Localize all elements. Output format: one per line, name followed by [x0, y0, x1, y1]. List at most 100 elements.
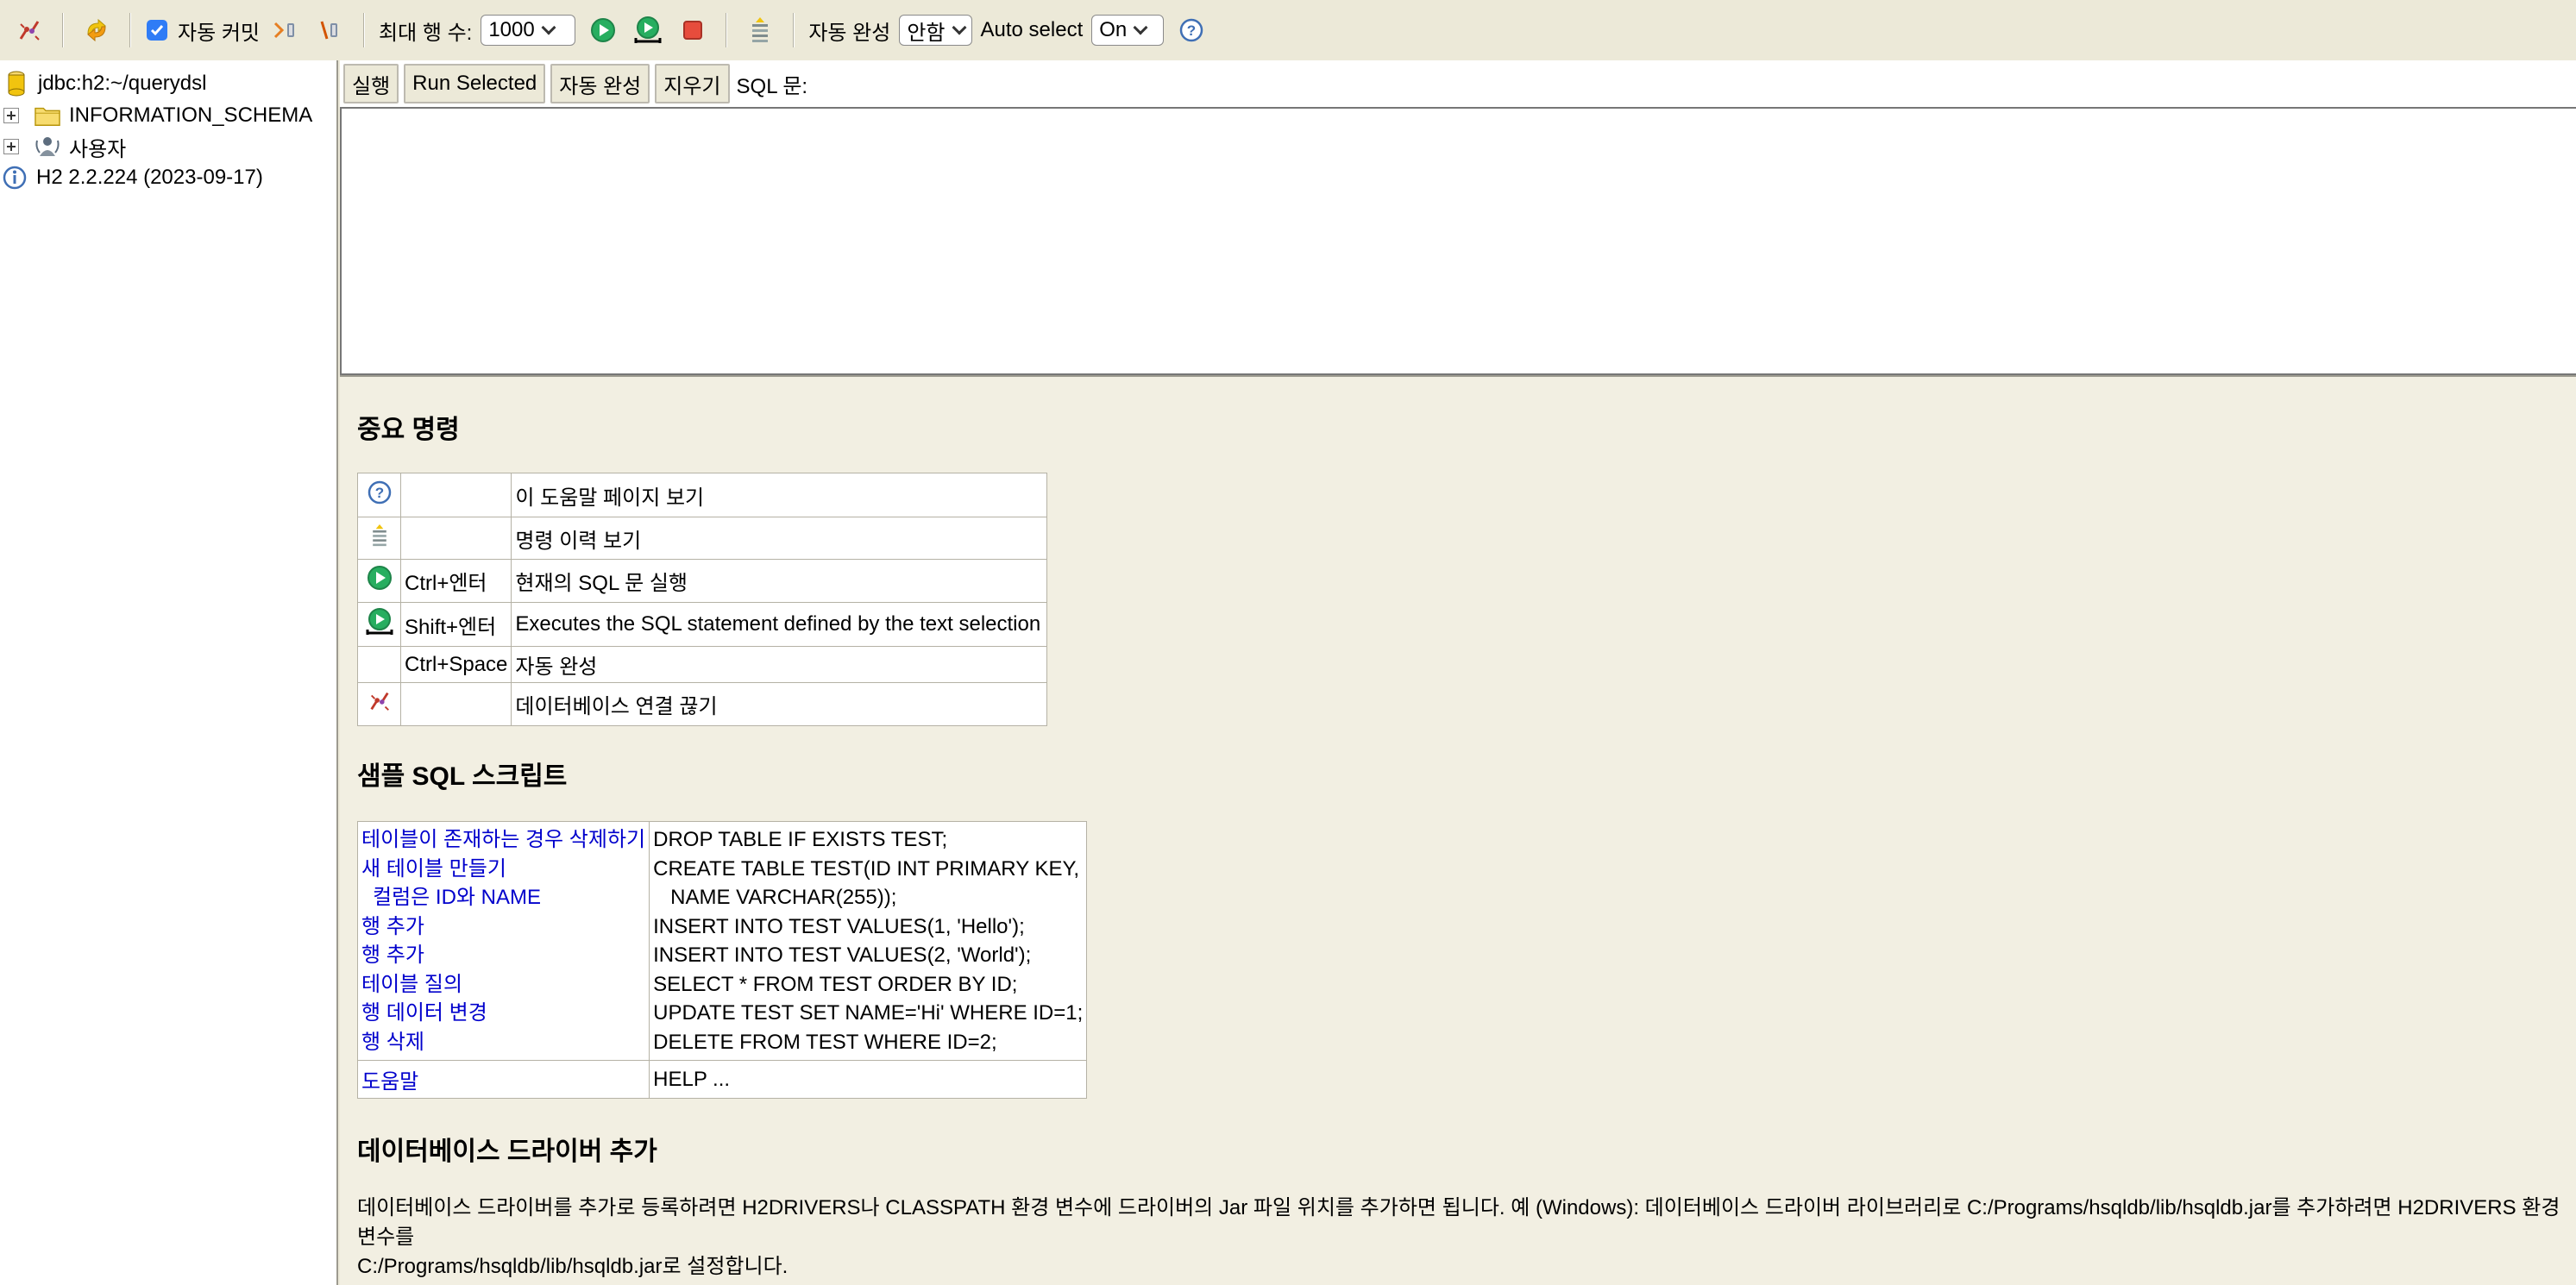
sample-link[interactable]: 컬럼은 ID와 NAME [361, 883, 645, 912]
sample-sql: DELETE FROM TEST WHERE ID=2; [653, 1030, 997, 1054]
commit-icon[interactable] [268, 13, 303, 47]
command-desc: 자동 완성 [511, 646, 1047, 683]
chevron-down-icon [1133, 20, 1148, 35]
history-icon[interactable] [743, 13, 777, 47]
sample-link[interactable]: 테이블 질의 [361, 970, 645, 1000]
users-icon [35, 134, 60, 160]
run-selected-icon [366, 607, 393, 635]
command-key: Ctrl+Space [399, 646, 512, 683]
rollback-icon[interactable] [313, 13, 348, 47]
folder-icon [35, 103, 60, 128]
table-row: ? 이 도움말 페이지 보기 [357, 473, 1047, 517]
toolbar-separator [363, 13, 365, 47]
autocomplete-select[interactable]: 안함 [899, 15, 972, 46]
important-commands-table: ? 이 도움말 페이지 보기 명령 이력 보기 Ctrl+엔터 현재의 SQL … [357, 473, 1047, 726]
command-desc: Executes the SQL statement defined by th… [511, 602, 1047, 647]
sample-link[interactable]: 새 테이블 만들기 [361, 855, 645, 884]
sample-link[interactable]: 행 추가 [361, 912, 645, 942]
run-button[interactable]: 실행 [343, 64, 399, 103]
table-row: 명령 이력 보기 [357, 517, 1047, 560]
tree-item-label: jdbc:h2:~/querydsl [38, 72, 207, 95]
sql-statement-label: SQL 문: [736, 74, 808, 98]
command-desc: 데이터베이스 연결 끊기 [511, 682, 1047, 726]
object-tree: jdbc:h2:~/querydsl INFORMATION_SCHEMA 사용… [0, 60, 338, 1285]
sample-sql: SELECT * FROM TEST ORDER BY ID; [653, 972, 1018, 996]
autoselect-label: Auto select [980, 18, 1084, 41]
run-selected-button[interactable]: Run Selected [404, 64, 546, 103]
main-toolbar: 자동 커밋 최대 행 수: 1000 자동 완성 안함 Auto select … [0, 0, 2576, 60]
sample-link[interactable]: 행 삭제 [361, 1028, 645, 1057]
info-icon [2, 165, 28, 191]
toolbar-separator [129, 13, 131, 47]
sample-sql: DROP TABLE IF EXISTS TEST; [653, 828, 948, 851]
command-key [399, 682, 512, 726]
sample-link[interactable]: 테이블이 존재하는 경우 삭제하기 [361, 825, 645, 855]
expand-icon[interactable] [3, 108, 19, 123]
run-icon[interactable] [586, 13, 620, 47]
sample-sql: UPDATE TEST SET NAME='Hi' WHERE ID=1; [653, 1001, 1084, 1025]
table-row: Ctrl+Space 자동 완성 [357, 646, 1047, 683]
disconnect-icon [369, 692, 389, 711]
important-commands-title: 중요 명령 [357, 416, 460, 444]
tree-item-version: H2 2.2.224 (2023-09-17) [0, 163, 263, 192]
refresh-icon[interactable] [79, 13, 114, 47]
autocommit-checkbox[interactable] [147, 20, 167, 41]
command-desc: 이 도움말 페이지 보기 [511, 473, 1047, 517]
autocomplete-button[interactable]: 자동 완성 [550, 64, 650, 103]
command-icon-cell: ? [357, 473, 401, 517]
max-rows-label: 최대 행 수: [379, 21, 473, 45]
sql-editor[interactable] [340, 107, 2576, 375]
sample-link[interactable]: 도움말 [356, 1060, 650, 1099]
chevron-down-icon [541, 20, 556, 35]
sample-sql-cell: DROP TABLE IF EXISTS TEST; CREATE TABLE … [649, 821, 1088, 1061]
sample-sql: HELP ... [649, 1060, 1088, 1099]
expand-icon[interactable] [3, 139, 19, 154]
table-row: 테이블이 존재하는 경우 삭제하기 새 테이블 만들기 컬럼은 ID와 NAME… [356, 821, 1088, 1061]
database-icon [3, 71, 29, 97]
help-icon: ? [368, 480, 391, 504]
sample-link[interactable]: 행 데이터 변경 [361, 999, 645, 1028]
help-icon[interactable]: ? [1174, 13, 1209, 47]
autocomplete-label: 자동 완성 [808, 21, 891, 45]
help-panel: 중요 명령 ? 이 도움말 페이지 보기 명령 이력 보기 Ctrl+엔터 현재… [340, 375, 2576, 1285]
sample-sql: INSERT INTO TEST VALUES(1, 'Hello'); [653, 914, 1025, 938]
sample-labels-cell: 테이블이 존재하는 경우 삭제하기 새 테이블 만들기 컬럼은 ID와 NAME… [356, 821, 650, 1061]
tree-item-users[interactable]: 사용자 [0, 132, 126, 161]
sample-sql: NAME VARCHAR(255)); [653, 886, 897, 909]
autocomplete-value: 안함 [907, 21, 946, 45]
chevron-down-icon [952, 20, 966, 35]
tree-item-schema[interactable]: INFORMATION_SCHEMA [0, 101, 312, 130]
tree-item-label: 사용자 [69, 137, 127, 161]
toolbar-separator [793, 13, 795, 47]
table-row: Ctrl+엔터 현재의 SQL 문 실행 [357, 559, 1047, 603]
sample-sql-table: 테이블이 존재하는 경우 삭제하기 새 테이블 만들기 컬럼은 ID와 NAME… [356, 821, 1088, 1099]
toolbar-separator [62, 13, 64, 47]
clear-button[interactable]: 지우기 [655, 64, 730, 103]
max-rows-select[interactable]: 1000 [481, 15, 576, 46]
tree-item-label: H2 2.2.224 (2023-09-17) [36, 166, 263, 189]
command-key [399, 517, 512, 560]
run-icon [367, 566, 392, 590]
autoselect-select[interactable]: On [1091, 15, 1165, 46]
command-icon-cell [357, 517, 401, 560]
autoselect-value: On [1099, 18, 1128, 41]
svg-text:?: ? [1187, 22, 1196, 39]
tree-item-connection[interactable]: jdbc:h2:~/querydsl [0, 69, 206, 98]
history-icon [372, 523, 386, 546]
toolbar-separator [726, 13, 728, 47]
add-driver-text: 데이터베이스 드라이버를 추가로 등록하려면 H2DRIVERS나 CLASSP… [357, 1194, 2566, 1282]
add-driver-text-line: C:/Programs/hsqldb/lib/hsqldb.jar로 설정합니다… [357, 1255, 789, 1278]
sample-sql: CREATE TABLE TEST(ID INT PRIMARY KEY, [653, 856, 1080, 881]
disconnect-icon[interactable] [12, 13, 47, 47]
max-rows-value: 1000 [488, 18, 535, 41]
stop-icon[interactable] [675, 13, 710, 47]
command-icon-cell [357, 602, 401, 647]
autocommit-label: 자동 커밋 [178, 21, 260, 45]
table-row: 도움말 HELP ... [356, 1060, 1088, 1099]
command-desc: 명령 이력 보기 [511, 517, 1047, 560]
command-icon-cell [357, 682, 401, 726]
sample-link[interactable]: 행 추가 [361, 941, 645, 970]
sample-sql: INSERT INTO TEST VALUES(2, 'World'); [653, 943, 1032, 967]
svg-text:?: ? [374, 485, 383, 501]
run-selected-icon[interactable] [631, 13, 665, 47]
